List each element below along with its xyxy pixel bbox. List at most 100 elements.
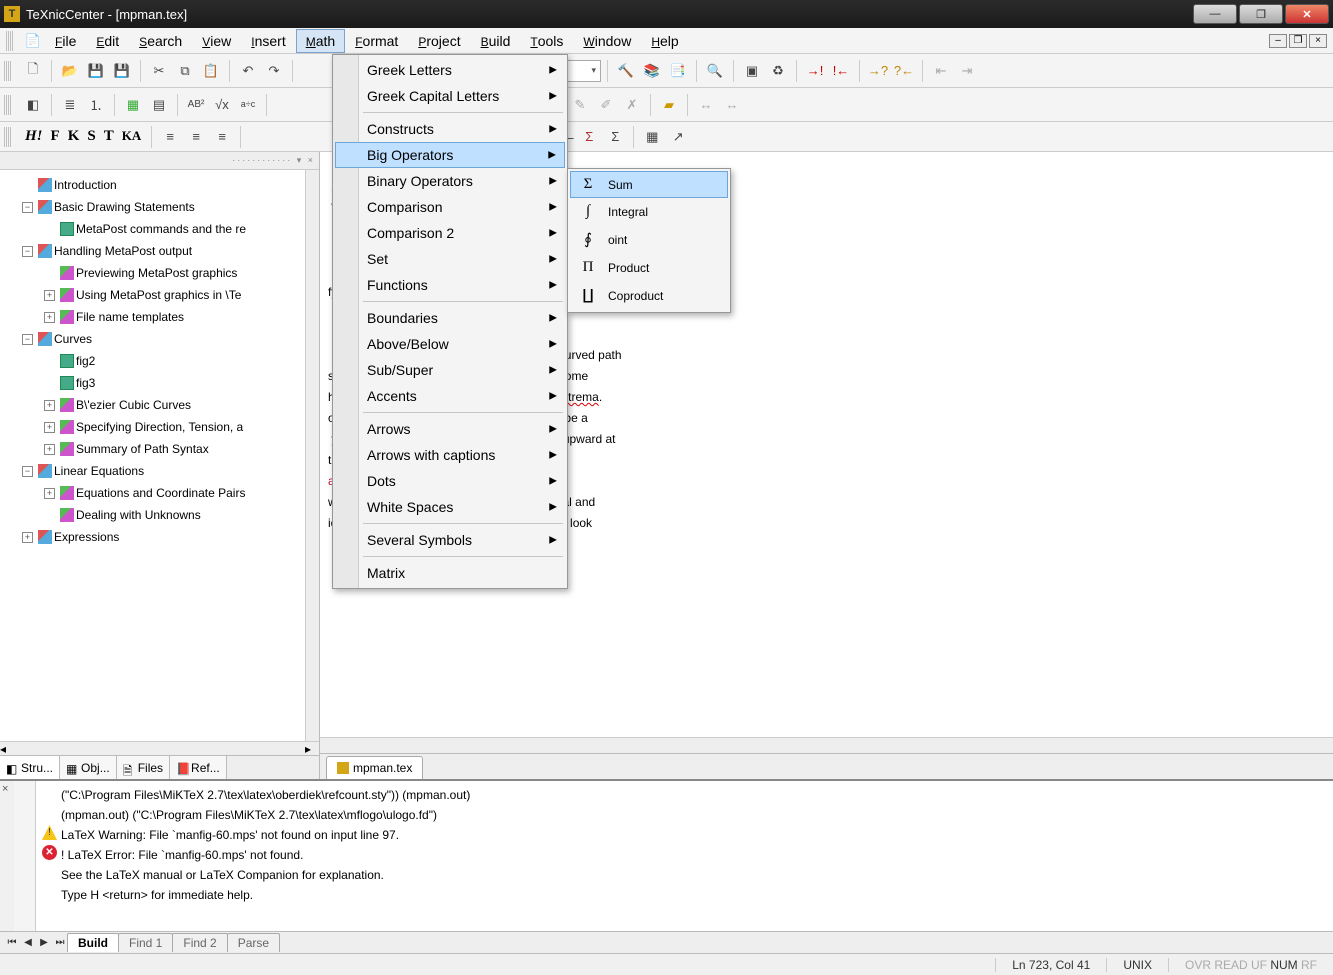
output-first-button[interactable]: ⏮ xyxy=(4,935,20,951)
math-menu-constructs[interactable]: Constructs▶ xyxy=(335,116,565,142)
expand-icon[interactable]: + xyxy=(44,444,55,455)
pen2-button[interactable]: ✎ xyxy=(568,93,592,117)
math-menu-above-below[interactable]: Above/Below▶ xyxy=(335,331,565,357)
math-menu-white-spaces[interactable]: White Spaces▶ xyxy=(335,494,565,520)
math-menu-several-symbols[interactable]: Several Symbols▶ xyxy=(335,527,565,553)
toolbar-grip[interactable] xyxy=(6,31,13,51)
mdi-close[interactable]: × xyxy=(1309,34,1327,48)
minimize-button[interactable]: — xyxy=(1193,4,1237,24)
expand-icon[interactable]: + xyxy=(44,290,55,301)
align-center-button[interactable]: ≡ xyxy=(184,125,208,149)
tree-node[interactable]: −Curves xyxy=(4,328,305,350)
tree-node[interactable]: −Linear Equations xyxy=(4,460,305,482)
enumerate-button[interactable]: ⒈ xyxy=(84,93,108,117)
tree-node[interactable]: +Expressions xyxy=(4,526,305,548)
stop-build-button[interactable]: ▣ xyxy=(740,59,764,83)
cut-button[interactable]: ✂ xyxy=(147,59,171,83)
table-button[interactable]: ▤ xyxy=(147,93,171,117)
text-style-ka[interactable]: KA xyxy=(118,124,146,148)
view-output-button[interactable]: 🔍 xyxy=(703,59,727,83)
ab2-button[interactable]: AB² xyxy=(184,93,208,117)
output-tab-find-2[interactable]: Find 2 xyxy=(172,933,227,952)
menu-format[interactable]: Format xyxy=(345,29,408,53)
tree-node[interactable]: −Basic Drawing Statements xyxy=(4,196,305,218)
mdi-restore[interactable]: ❐ xyxy=(1289,34,1307,48)
editor-hscrollbar[interactable] xyxy=(320,737,1333,753)
math-menu-matrix[interactable]: Matrix xyxy=(335,560,565,586)
copy-button[interactable]: ⧉ xyxy=(173,59,197,83)
close-button[interactable]: ✕ xyxy=(1285,4,1329,24)
itemize-button[interactable]: ≣ xyxy=(58,93,82,117)
hh2-button[interactable]: ↔ xyxy=(720,93,744,117)
tree-node[interactable]: +Summary of Path Syntax xyxy=(4,438,305,460)
bigop-sum[interactable]: ΣSum xyxy=(570,171,728,198)
tree-node[interactable]: +File name templates xyxy=(4,306,305,328)
sym-sigma-button[interactable]: Σ xyxy=(577,125,601,149)
tree-node[interactable]: +B\'ezier Cubic Curves xyxy=(4,394,305,416)
sidebar-tab-files[interactable]: 🗎Files xyxy=(117,756,170,779)
tree-node[interactable]: +Equations and Coordinate Pairs xyxy=(4,482,305,504)
build-all-button[interactable]: 📑 xyxy=(666,59,690,83)
menu-view[interactable]: View xyxy=(192,29,241,53)
menu-file[interactable]: File xyxy=(45,29,86,53)
text-style-k[interactable]: K xyxy=(64,125,84,149)
math-menu-greek-letters[interactable]: Greek Letters▶ xyxy=(335,57,565,83)
math-menu-binary-operators[interactable]: Binary Operators▶ xyxy=(335,168,565,194)
struct-button[interactable]: ◧ xyxy=(21,93,45,117)
open-button[interactable]: 📂 xyxy=(58,59,82,83)
menu-insert[interactable]: Insert xyxy=(241,29,295,53)
menu-search[interactable]: Search xyxy=(129,29,192,53)
bigop-integral[interactable]: ∫Integral xyxy=(570,198,728,225)
sym-sigma2-button[interactable]: Σ xyxy=(603,125,627,149)
toolbar-grip[interactable] xyxy=(4,127,11,147)
tree-node[interactable]: Previewing MetaPost graphics xyxy=(4,262,305,284)
prev-warn-button[interactable]: ?← xyxy=(892,59,916,83)
menu-build[interactable]: Build xyxy=(471,29,521,53)
output-text[interactable]: ("C:\Program Files\MiKTeX 2.7\tex\latex\… xyxy=(36,781,1333,931)
output-close-button[interactable]: × xyxy=(0,781,14,931)
menu-project[interactable]: Project xyxy=(408,29,470,53)
next-warn-button[interactable]: →? xyxy=(866,59,890,83)
math-menu-dots[interactable]: Dots▶ xyxy=(335,468,565,494)
tree-node[interactable]: Introduction xyxy=(4,174,305,196)
sidebar-tab-ref[interactable]: 📕Ref... xyxy=(170,756,227,779)
menu-help[interactable]: Help xyxy=(641,29,688,53)
output-tab-parse[interactable]: Parse xyxy=(227,933,280,952)
math-menu-big-operators[interactable]: Big Operators▶ xyxy=(335,142,565,168)
expand-icon[interactable]: + xyxy=(22,532,33,543)
redo-button[interactable]: ↷ xyxy=(262,59,286,83)
bigop-product[interactable]: ΠProduct xyxy=(570,254,728,281)
menu-edit[interactable]: Edit xyxy=(86,29,129,53)
tree-node[interactable]: +Using MetaPost graphics in \Te xyxy=(4,284,305,306)
math-menu-boundaries[interactable]: Boundaries▶ xyxy=(335,305,565,331)
save-all-button[interactable]: 💾 xyxy=(110,59,134,83)
big-operators-submenu[interactable]: ΣSum∫Integral∮ointΠProduct∐Coproduct xyxy=(567,168,731,313)
frac-button[interactable]: a÷c xyxy=(236,93,260,117)
collapse-icon[interactable]: − xyxy=(22,246,33,257)
bigop-coproduct[interactable]: ∐Coproduct xyxy=(570,281,728,310)
next-error-button[interactable]: →! xyxy=(803,59,827,83)
pen3-button[interactable]: ✐ xyxy=(594,93,618,117)
tree-node[interactable]: fig3 xyxy=(4,372,305,394)
menu-tools[interactable]: Tools xyxy=(520,29,573,53)
math-menu-arrows[interactable]: Arrows▶ xyxy=(335,416,565,442)
prev-error-button[interactable]: !← xyxy=(829,59,853,83)
maximize-button[interactable]: ❐ xyxy=(1239,4,1283,24)
document-tab[interactable]: mpman.tex xyxy=(326,756,423,779)
tree-node[interactable]: +Specifying Direction, Tension, a xyxy=(4,416,305,438)
toggle-b-button[interactable]: ⇥ xyxy=(955,59,979,83)
text-style-f[interactable]: F xyxy=(47,125,64,149)
output-tab-find-1[interactable]: Find 1 xyxy=(118,933,173,952)
toolbar-grip[interactable] xyxy=(4,61,11,81)
toggle-a-button[interactable]: ⇤ xyxy=(929,59,953,83)
text-style-s[interactable]: S xyxy=(83,125,99,149)
toolbar-grip[interactable] xyxy=(4,95,11,115)
sidebar-scrollbar[interactable] xyxy=(305,170,319,741)
expand-icon[interactable]: + xyxy=(44,400,55,411)
clean-button[interactable]: ♻ xyxy=(766,59,790,83)
align-right-button[interactable]: ≡ xyxy=(210,125,234,149)
math-menu-comparison[interactable]: Comparison▶ xyxy=(335,194,565,220)
output-tab-build[interactable]: Build xyxy=(67,933,119,952)
output-next-button[interactable]: ▶ xyxy=(36,935,52,951)
math-menu-comparison-2[interactable]: Comparison 2▶ xyxy=(335,220,565,246)
